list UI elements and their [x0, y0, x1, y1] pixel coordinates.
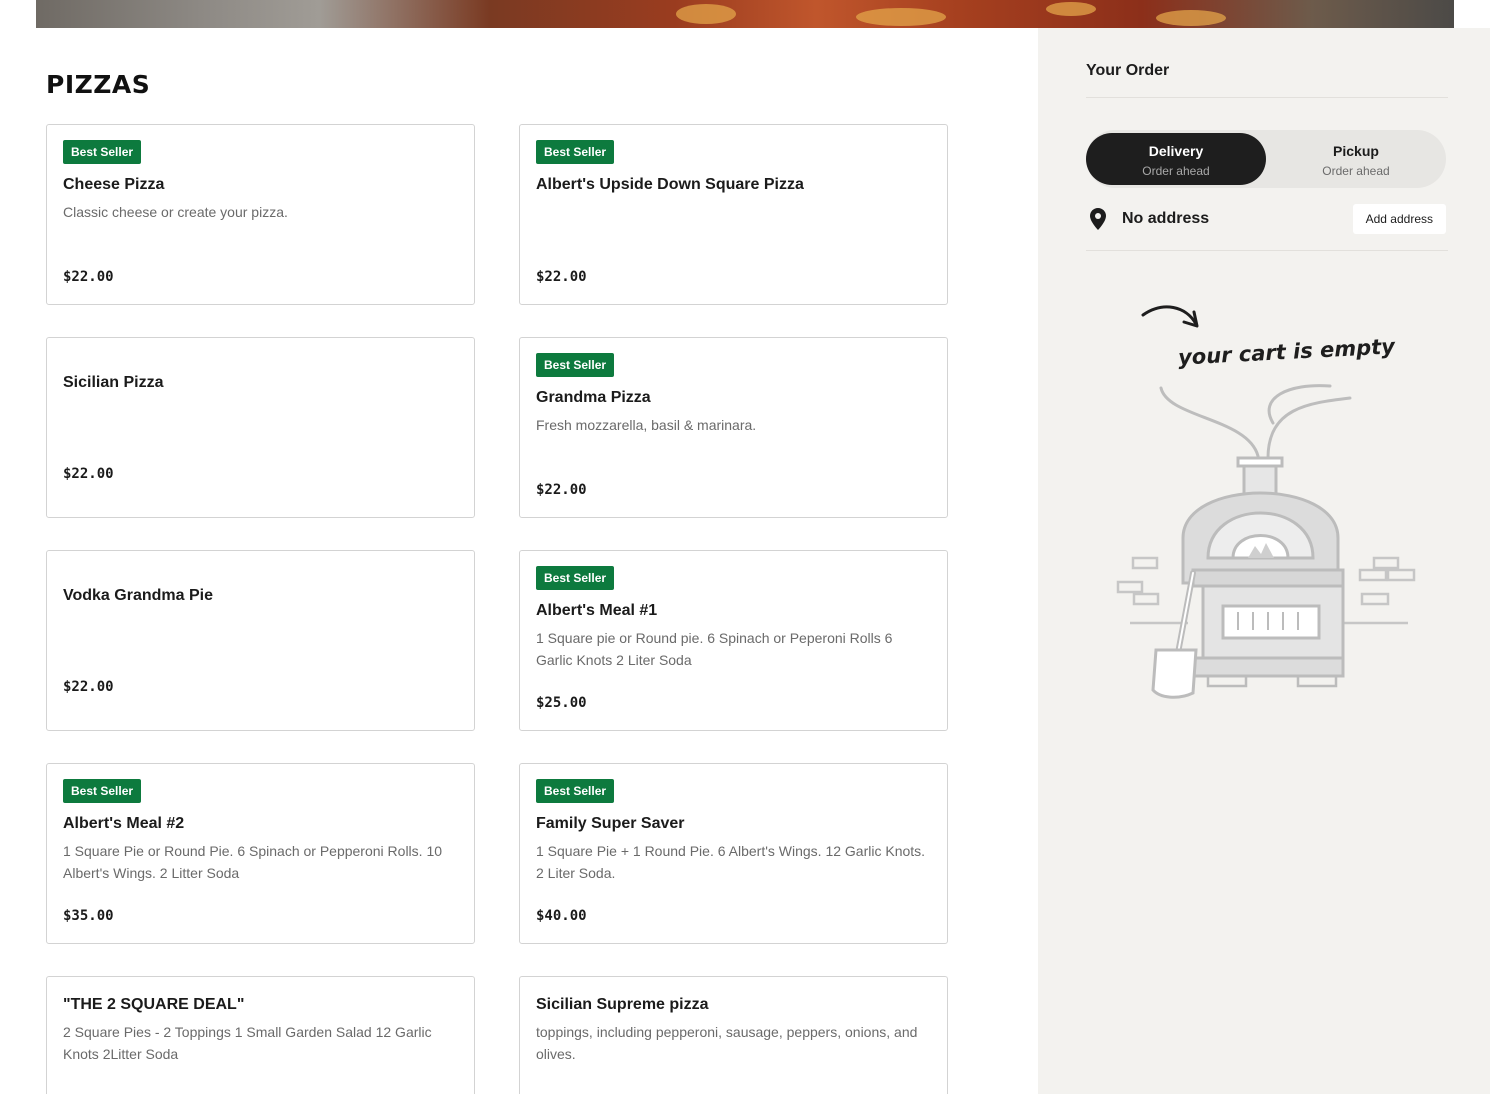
address-row: No address Add address [1086, 203, 1448, 235]
item-name: Sicilian Supreme pizza [536, 996, 709, 1013]
menu-item-card[interactable]: "THE 2 SQUARE DEAL" 2 Square Pies - 2 To… [46, 976, 475, 1094]
item-description: 1 Square Pie or Round Pie. 6 Spinach or … [63, 843, 443, 881]
item-name: Grandma Pizza [536, 389, 651, 406]
best-seller-badge: Best Seller [536, 353, 615, 377]
item-description: 1 Square Pie + 1 Round Pie. 6 Albert's W… [536, 843, 926, 881]
item-name: "THE 2 SQUARE DEAL" [63, 996, 245, 1013]
address-text: No address [1122, 210, 1210, 227]
best-seller-badge: Best Seller [536, 566, 615, 590]
item-name: Sicilian Pizza [63, 374, 164, 391]
best-seller-badge: Best Seller [63, 779, 142, 803]
menu-item-card[interactable]: Vodka Grandma Pie $22.00 [46, 550, 475, 731]
item-description: Classic cheese or create your pizza. [63, 204, 288, 220]
menu-item-card[interactable]: Best Seller Family Super Saver 1 Square … [519, 763, 948, 944]
menu-item-card[interactable]: Sicilian Supreme pizza toppings, includi… [519, 976, 948, 1094]
pickup-label: Pickup [1333, 143, 1379, 159]
item-name: Albert's Upside Down Square Pizza [536, 176, 804, 193]
item-price: $40.00 [536, 908, 587, 924]
item-description: Fresh mozzarella, basil & marinara. [536, 417, 757, 433]
delivery-option[interactable]: Delivery Order ahead [1086, 133, 1266, 185]
divider [1086, 97, 1448, 98]
menu-item-card[interactable]: Best Seller Albert's Upside Down Square … [519, 124, 948, 305]
menu-item-card[interactable]: Best Seller Albert's Meal #2 1 Square Pi… [46, 763, 475, 944]
best-seller-badge: Best Seller [536, 779, 615, 803]
item-description: toppings, including pepperoni, sausage, … [536, 1024, 918, 1062]
item-price: $22.00 [63, 679, 114, 695]
best-seller-badge: Best Seller [63, 140, 142, 164]
item-price: $22.00 [63, 466, 114, 482]
delivery-sub: Order ahead [1142, 164, 1210, 178]
item-name: Family Super Saver [536, 815, 685, 832]
section-title: PIZZAS [46, 70, 151, 99]
best-seller-badge: Best Seller [536, 140, 615, 164]
menu-item-card[interactable]: Best Seller Albert's Meal #1 1 Square pi… [519, 550, 948, 731]
menu-item-card[interactable]: Best Seller Cheese Pizza Classic cheese … [46, 124, 475, 305]
fulfillment-toggle: Delivery Order ahead Pickup Order ahead [1086, 130, 1446, 188]
add-address-button[interactable]: Add address [1352, 204, 1446, 234]
item-name: Cheese Pizza [63, 176, 165, 193]
pickup-sub: Order ahead [1322, 164, 1390, 178]
menu-section: PIZZAS Best Seller Cheese Pizza Classic … [0, 28, 1038, 1094]
item-price: $25.00 [536, 695, 587, 711]
pickup-option[interactable]: Pickup Order ahead [1266, 130, 1446, 188]
item-price: $22.00 [63, 269, 114, 285]
item-price: $22.00 [536, 482, 587, 498]
menu-item-card[interactable]: Best Seller Grandma Pizza Fresh mozzarel… [519, 337, 948, 518]
item-name: Albert's Meal #2 [63, 815, 185, 832]
delivery-label: Delivery [1148, 143, 1204, 159]
item-description: 2 Square Pies - 2 Toppings 1 Small Garde… [63, 1024, 432, 1062]
order-sidebar: Your Order Delivery Order ahead Pickup O… [1038, 28, 1490, 1094]
item-description: 1 Square pie or Round pie. 6 Spinach or … [536, 630, 893, 668]
divider [1086, 250, 1448, 251]
hero-banner-image [36, 0, 1454, 28]
order-title: Your Order [1086, 62, 1170, 79]
menu-item-card[interactable]: Sicilian Pizza $22.00 [46, 337, 475, 518]
item-price: $22.00 [536, 269, 587, 285]
location-pin-icon [1088, 207, 1108, 236]
item-name: Albert's Meal #1 [536, 602, 658, 619]
item-name: Vodka Grandma Pie [63, 587, 213, 604]
item-price: $35.00 [63, 908, 114, 924]
